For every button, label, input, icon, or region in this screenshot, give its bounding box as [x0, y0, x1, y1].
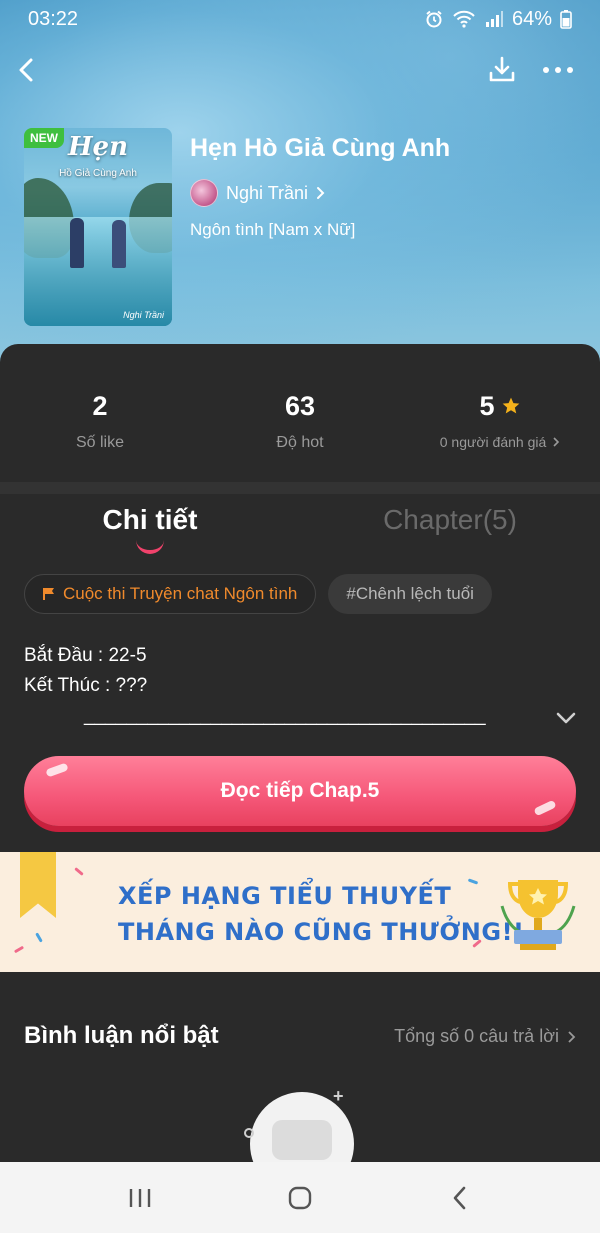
stat-value: 5 — [479, 390, 495, 421]
detail-tabs: Chi tiết Chapter(5) — [0, 504, 600, 560]
cover-subtitle-art: Hồ Giả Cùng Anh — [59, 168, 137, 179]
signal-icon — [485, 11, 503, 27]
sparkle-icon: + — [333, 1086, 344, 1106]
confetti — [35, 932, 43, 943]
home-icon — [288, 1186, 312, 1209]
bookmark-ribbon — [20, 852, 56, 918]
banner-line: XẾP HẠNG TIỂU THUYẾT — [118, 882, 452, 910]
cover-art-figure — [112, 220, 126, 268]
battery-icon — [560, 10, 572, 29]
comments-count-label: Tổng số 0 câu trả lời — [394, 1026, 559, 1046]
stat-hot: 63 Độ hot — [200, 388, 400, 468]
nav-home-button[interactable] — [270, 1168, 330, 1228]
new-badge: NEW — [24, 128, 64, 148]
expand-description-button[interactable] — [552, 706, 580, 730]
cover-signature: Nghi Trầni — [123, 310, 164, 320]
continue-reading-button[interactable]: Đọc tiếp Chap.5 — [24, 756, 576, 826]
stat-rating[interactable]: 5 0 người đánh giá — [400, 388, 600, 468]
system-nav-bar — [0, 1162, 600, 1233]
chevron-right-icon — [553, 437, 560, 447]
book-cover[interactable]: Hẹn Hồ Giả Cùng Anh Nghi Trầni NEW — [24, 128, 172, 326]
rating-value-row: 5 — [400, 388, 600, 424]
contest-chip[interactable]: Cuộc thi Truyện chat Ngôn tình — [24, 574, 317, 614]
button-shine — [45, 762, 69, 778]
detail-panel: 2 Số like 63 Độ hot 5 0 người đánh giá C… — [0, 344, 600, 1233]
author-avatar — [190, 179, 218, 207]
rating-label-row: 0 người đánh giá — [400, 434, 600, 450]
circle-deco-icon — [244, 1128, 254, 1138]
confetti — [13, 945, 25, 954]
stat-label: Độ hot — [276, 434, 324, 451]
continue-reading-label: Đọc tiếp Chap.5 — [220, 779, 380, 802]
hero-header: 03:22 64% Hẹn Hồ Giả Cùng Anh Nghi Trầni… — [0, 0, 600, 380]
chevron-right-icon — [317, 187, 325, 199]
section-divider — [0, 482, 600, 494]
comments-count-link[interactable]: Tổng số 0 câu trả lời — [394, 1026, 576, 1047]
ranking-promo-banner[interactable]: XẾP HẠNG TIỂU THUYẾT THÁNG NÀO CŨNG THƯỞ… — [0, 852, 600, 972]
tag-chips: Cuộc thi Truyện chat Ngôn tình #Chênh lệ… — [24, 574, 492, 614]
chevron-down-icon — [556, 712, 576, 724]
stats-row: 2 Số like 63 Độ hot 5 0 người đánh giá — [0, 388, 600, 468]
status-time: 03:22 — [28, 7, 79, 30]
flag-icon — [43, 588, 54, 600]
wifi-icon — [453, 10, 475, 28]
cover-art-figure — [70, 218, 84, 268]
stat-likes: 2 Số like — [0, 388, 200, 468]
description-line: ______________________________________ — [84, 705, 486, 726]
download-button[interactable] — [482, 50, 522, 90]
tab-label: Chapter(5) — [383, 504, 517, 535]
nav-back-button[interactable] — [430, 1168, 490, 1228]
hashtag-chip-label: #Chênh lệch tuổi — [346, 584, 474, 603]
status-icons: 64% — [424, 8, 572, 31]
empty-sofa-graphic — [272, 1120, 332, 1160]
trophy-icon — [500, 880, 576, 950]
more-options-button[interactable] — [538, 50, 578, 90]
tab-details[interactable]: Chi tiết — [0, 504, 300, 560]
stat-value: 63 — [284, 390, 316, 421]
battery-percent: 64% — [511, 7, 552, 30]
comments-section-title: Bình luận nổi bật — [24, 1022, 219, 1049]
book-title: Hẹn Hò Giả Cùng Anh — [190, 134, 451, 162]
chevron-right-icon — [568, 1030, 576, 1043]
top-app-bar — [0, 48, 600, 92]
chevron-left-icon — [19, 58, 33, 82]
alarm-icon — [426, 10, 442, 28]
author-name: Nghi Trầni — [226, 182, 309, 203]
stat-label: 0 người đánh giá — [439, 434, 547, 450]
recents-icon — [129, 1188, 151, 1207]
stat-label: Số like — [75, 434, 125, 451]
active-tab-indicator — [136, 540, 164, 554]
hashtag-chip[interactable]: #Chênh lệch tuổi — [328, 574, 492, 614]
confetti — [74, 867, 84, 876]
banner-text: XẾP HẠNG TIỂU THUYẾT THÁNG NÀO CŨNG THƯỞ… — [118, 878, 524, 950]
button-shine — [533, 799, 557, 817]
contest-chip-label: Cuộc thi Truyện chat Ngôn tình — [63, 584, 298, 603]
back-icon — [453, 1186, 466, 1209]
book-description: Bắt Đầu : 22-5 Kết Thúc : ??? __________… — [24, 641, 486, 731]
tab-chapters[interactable]: Chapter(5) — [300, 504, 600, 560]
star-icon — [502, 397, 519, 414]
more-horizontal-icon — [543, 67, 573, 73]
back-button[interactable] — [8, 52, 44, 88]
nav-recents-button[interactable] — [110, 1168, 170, 1228]
banner-line: THÁNG NÀO CŨNG THƯỞNG!! — [118, 918, 525, 946]
author-link[interactable]: Nghi Trầni — [190, 178, 326, 208]
book-genre: Ngôn tình [Nam x Nữ] — [190, 220, 356, 239]
description-line: Kết Thúc : ??? — [24, 675, 148, 696]
status-bar: 03:22 64% — [0, 0, 600, 38]
stat-value: 2 — [92, 390, 108, 421]
description-line: Bắt Đầu : 22-5 — [24, 645, 147, 666]
tab-label: Chi tiết — [102, 504, 198, 535]
download-icon — [489, 56, 515, 82]
